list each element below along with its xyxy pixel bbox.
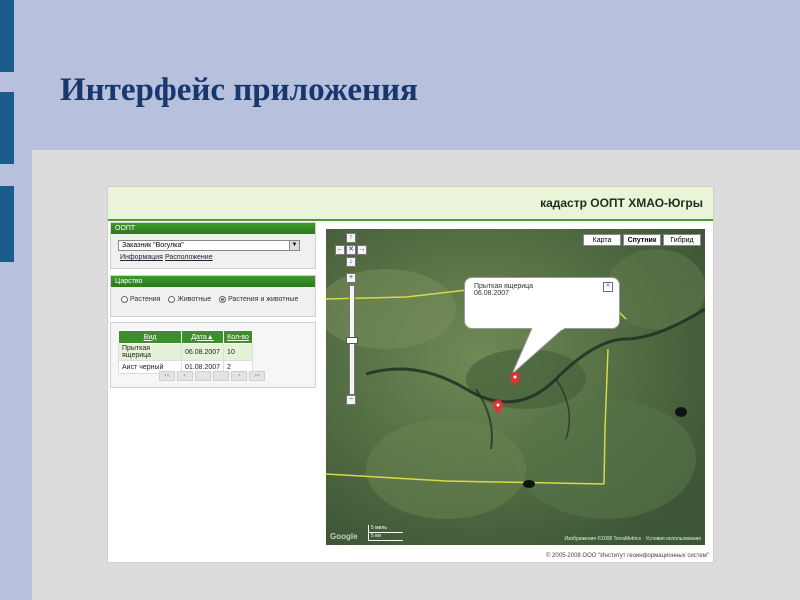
zoom-out-icon[interactable]: − xyxy=(346,395,356,405)
info-popup: Прыткая ящерица 06.08.2007 ✕ xyxy=(464,277,620,329)
pan-up-icon[interactable]: ↑ xyxy=(346,233,356,243)
decor-bar-bottom xyxy=(0,186,14,262)
map-scale: 5 миль 5 км xyxy=(368,525,403,541)
info-link[interactable]: Информация xyxy=(120,254,163,261)
location-link[interactable]: Расположение xyxy=(165,254,213,261)
oopt-section-header: ООПТ xyxy=(111,223,315,234)
zoom-slider-handle[interactable] xyxy=(346,337,358,344)
decor-bar-middle xyxy=(0,92,14,164)
table-cell: Прыткая ящерица xyxy=(118,343,182,361)
chevron-down-icon[interactable]: ▼ xyxy=(289,241,299,250)
table-header-row: Вид Дата▲ Кол-во xyxy=(118,330,254,344)
app-header: кадастр ООПТ ХМАО-Югры xyxy=(108,187,713,221)
pan-center-icon[interactable]: ✕ xyxy=(346,245,356,255)
popup-tail xyxy=(512,328,565,375)
maptype-map-button[interactable]: Карта xyxy=(583,234,621,246)
oopt-select[interactable]: Заказник "Вогулка" ▼ xyxy=(118,240,300,251)
table-cell: 06.08.2007 xyxy=(180,343,225,361)
left-pane: ООПТ Заказник "Вогулка" ▼ Информация Рас… xyxy=(110,222,316,388)
decor-bar-top xyxy=(0,0,14,72)
close-icon[interactable]: ✕ xyxy=(603,282,613,292)
popup-date: 06.08.2007 xyxy=(474,290,510,297)
slide-title: Интерфейс приложения xyxy=(60,72,418,108)
column-date[interactable]: Дата▲ xyxy=(180,330,225,344)
oopt-section: ООПТ Заказник "Вогулка" ▼ Информация Рас… xyxy=(110,222,316,269)
table-cell: 10 xyxy=(223,343,254,361)
google-logo: Google xyxy=(330,532,358,541)
scale-km: 5 км xyxy=(368,533,403,541)
radio-button[interactable] xyxy=(121,296,128,303)
app-footer: © 2005-2008 ООО "Институт геоинформацион… xyxy=(545,553,709,559)
pager-prev-button[interactable]: < xyxy=(177,371,193,381)
maptype-satellite-button[interactable]: Спутник xyxy=(623,234,661,246)
app-screenshot: кадастр ООПТ ХМАО-Югры ООПТ Заказник "Во… xyxy=(107,186,714,563)
pager-first-button[interactable]: << xyxy=(159,371,175,381)
records-table: Вид Дата▲ Кол-во Прыткая ящерица 06.08.2… xyxy=(118,330,254,374)
pager-page[interactable] xyxy=(213,371,229,381)
satellite-map[interactable]: ↑ ← ✕ → ↓ + − Карта Спутник Гибрид Прытк… xyxy=(326,229,705,545)
pager-last-button[interactable]: >> xyxy=(249,371,265,381)
column-count[interactable]: Кол-во xyxy=(223,330,254,344)
table-row[interactable]: Прыткая ящерица 06.08.2007 10 xyxy=(118,343,254,361)
pager: << < > >> xyxy=(159,371,265,381)
popup-title: Прыткая ящерица xyxy=(474,283,534,290)
column-species[interactable]: Вид xyxy=(118,330,182,344)
radio-button-selected[interactable] xyxy=(219,296,227,303)
oopt-select-value: Заказник "Вогулка" xyxy=(122,242,184,249)
records-section: Вид Дата▲ Кол-во Прыткая ящерица 06.08.2… xyxy=(110,322,316,388)
kingdom-section-header: Царство xyxy=(111,276,315,287)
radio-animals[interactable]: Животные xyxy=(168,296,211,303)
marker-pin-icon[interactable] xyxy=(510,372,520,386)
app-title: кадастр ООПТ ХМАО-Югры xyxy=(540,196,703,210)
zoom-in-icon[interactable]: + xyxy=(346,273,356,283)
pager-page[interactable] xyxy=(195,371,211,381)
pager-next-button[interactable]: > xyxy=(231,371,247,381)
pan-right-icon[interactable]: → xyxy=(357,245,367,255)
radio-plants-and-animals[interactable]: Растения и животные xyxy=(219,296,298,303)
kingdom-radio-group: Растения Животные Растения и животные xyxy=(121,296,304,303)
maptype-hybrid-button[interactable]: Гибрид xyxy=(663,234,701,246)
pan-left-icon[interactable]: ← xyxy=(335,245,345,255)
marker-pin-icon[interactable] xyxy=(493,400,503,414)
radio-plants[interactable]: Растения xyxy=(121,296,160,303)
pan-down-icon[interactable]: ↓ xyxy=(346,257,356,267)
radio-button[interactable] xyxy=(168,296,176,303)
kingdom-section: Царство Растения Животные Растения и жив… xyxy=(110,275,316,317)
scale-miles: 5 миль xyxy=(368,525,403,533)
map-copyright: Изображения ©2008 TerraMetrics · Условия… xyxy=(564,536,701,542)
